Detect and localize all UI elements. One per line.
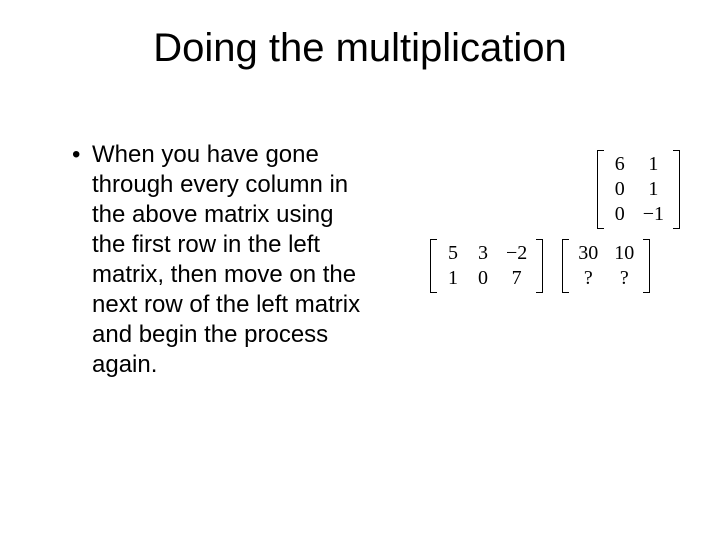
bullet-marker: • [72, 140, 92, 380]
cell: 10 [606, 241, 642, 266]
cell: 0 [468, 266, 498, 291]
bracket-right-icon [643, 239, 650, 293]
cell: 0 [605, 202, 635, 227]
cell: 1 [635, 177, 672, 202]
cell: 30 [570, 241, 606, 266]
matrix-top-table: 6 1 0 1 0 −1 [605, 152, 672, 227]
cell: 6 [605, 152, 635, 177]
table-row: 6 1 [605, 152, 672, 177]
matrix-top: 6 1 0 1 0 −1 [597, 150, 680, 229]
table-row: 0 −1 [605, 202, 672, 227]
top-matrix-wrap: 6 1 0 1 0 −1 [430, 150, 690, 229]
bracket-left-icon [597, 150, 604, 229]
bracket-right-icon [673, 150, 680, 229]
table-row: ? ? [570, 266, 642, 291]
slide: Doing the multiplication • When you have… [0, 0, 720, 540]
cell: −1 [635, 202, 672, 227]
bracket-left-icon [430, 239, 437, 293]
cell: 1 [635, 152, 672, 177]
cell: 7 [498, 266, 535, 291]
slide-title: Doing the multiplication [0, 26, 720, 71]
cell: 5 [438, 241, 468, 266]
table-row: 30 10 [570, 241, 642, 266]
cell: −2 [498, 241, 535, 266]
bracket-left-icon [562, 239, 569, 293]
cell: 1 [438, 266, 468, 291]
cell: 0 [605, 177, 635, 202]
cell: 3 [468, 241, 498, 266]
bracket-right-icon [536, 239, 543, 293]
matrix-left-table: 5 3 −2 1 0 7 [438, 241, 535, 291]
table-row: 5 3 −2 [438, 241, 535, 266]
bullet-item: • When you have gone through every colum… [72, 140, 372, 380]
table-row: 0 1 [605, 177, 672, 202]
cell: ? [570, 266, 606, 291]
matrix-result-table: 30 10 ? ? [570, 241, 642, 291]
body-text-area: • When you have gone through every colum… [72, 140, 372, 380]
matrix-left: 5 3 −2 1 0 7 [430, 239, 543, 293]
math-area: 6 1 0 1 0 −1 [430, 150, 690, 293]
bullet-text: When you have gone through every column … [92, 140, 372, 380]
matrix-result: 30 10 ? ? [562, 239, 650, 293]
cell: ? [606, 266, 642, 291]
table-row: 1 0 7 [438, 266, 535, 291]
bottom-row: 5 3 −2 1 0 7 30 10 [430, 239, 690, 293]
